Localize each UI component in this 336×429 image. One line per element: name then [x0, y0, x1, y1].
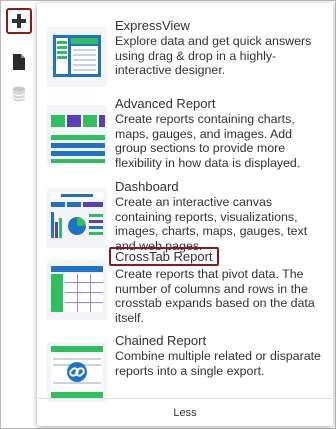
menu-item-title: Advanced Report — [115, 96, 216, 111]
add-button[interactable] — [6, 8, 32, 34]
menu-item-chained-report[interactable]: Chained Report Combine multiple related … — [37, 332, 333, 408]
menu-item-description: Combine multiple related or disparate re… — [115, 349, 321, 378]
document-button[interactable] — [6, 49, 32, 75]
menu-item-title: Chained Report — [115, 333, 207, 348]
expressview-thumbnail-icon — [47, 27, 107, 87]
crosstab-thumbnail-icon — [47, 260, 107, 320]
database-button[interactable] — [6, 81, 32, 107]
menu-item-title-highlighted: CrossTab Report — [109, 247, 219, 266]
menu-item-description: Create an interactive canvas containing … — [115, 195, 308, 253]
menu-item-advanced-report[interactable]: Advanced Report Create reports containin… — [37, 95, 333, 171]
menu-item-title: ExpressView — [115, 18, 190, 33]
menu-item-description: Create reports that pivot data. The numb… — [115, 267, 315, 325]
left-sidebar — [1, 1, 37, 428]
plus-icon — [12, 14, 26, 28]
menu-item-description: Explore data and get quick answers using… — [115, 34, 312, 77]
chained-report-thumbnail-icon — [47, 342, 107, 402]
document-icon — [13, 54, 25, 70]
dashboard-thumbnail-icon — [47, 188, 107, 248]
advanced-report-thumbnail-icon — [47, 105, 107, 165]
menu-item-crosstab-report[interactable]: CrossTab Report Create reports that pivo… — [37, 247, 333, 326]
new-report-menu: ExpressView Explore data and get quick a… — [37, 3, 333, 426]
menu-item-title: Dashboard — [115, 179, 179, 194]
database-icon — [12, 86, 26, 102]
app-frame: ExpressView Explore data and get quick a… — [0, 0, 336, 429]
less-button[interactable]: Less — [37, 398, 333, 427]
menu-item-dashboard[interactable]: Dashboard Create an interactive canvas c… — [37, 178, 333, 254]
menu-item-expressview[interactable]: ExpressView Explore data and get quick a… — [37, 17, 333, 93]
menu-item-description: Create reports containing charts, maps, … — [115, 112, 301, 170]
